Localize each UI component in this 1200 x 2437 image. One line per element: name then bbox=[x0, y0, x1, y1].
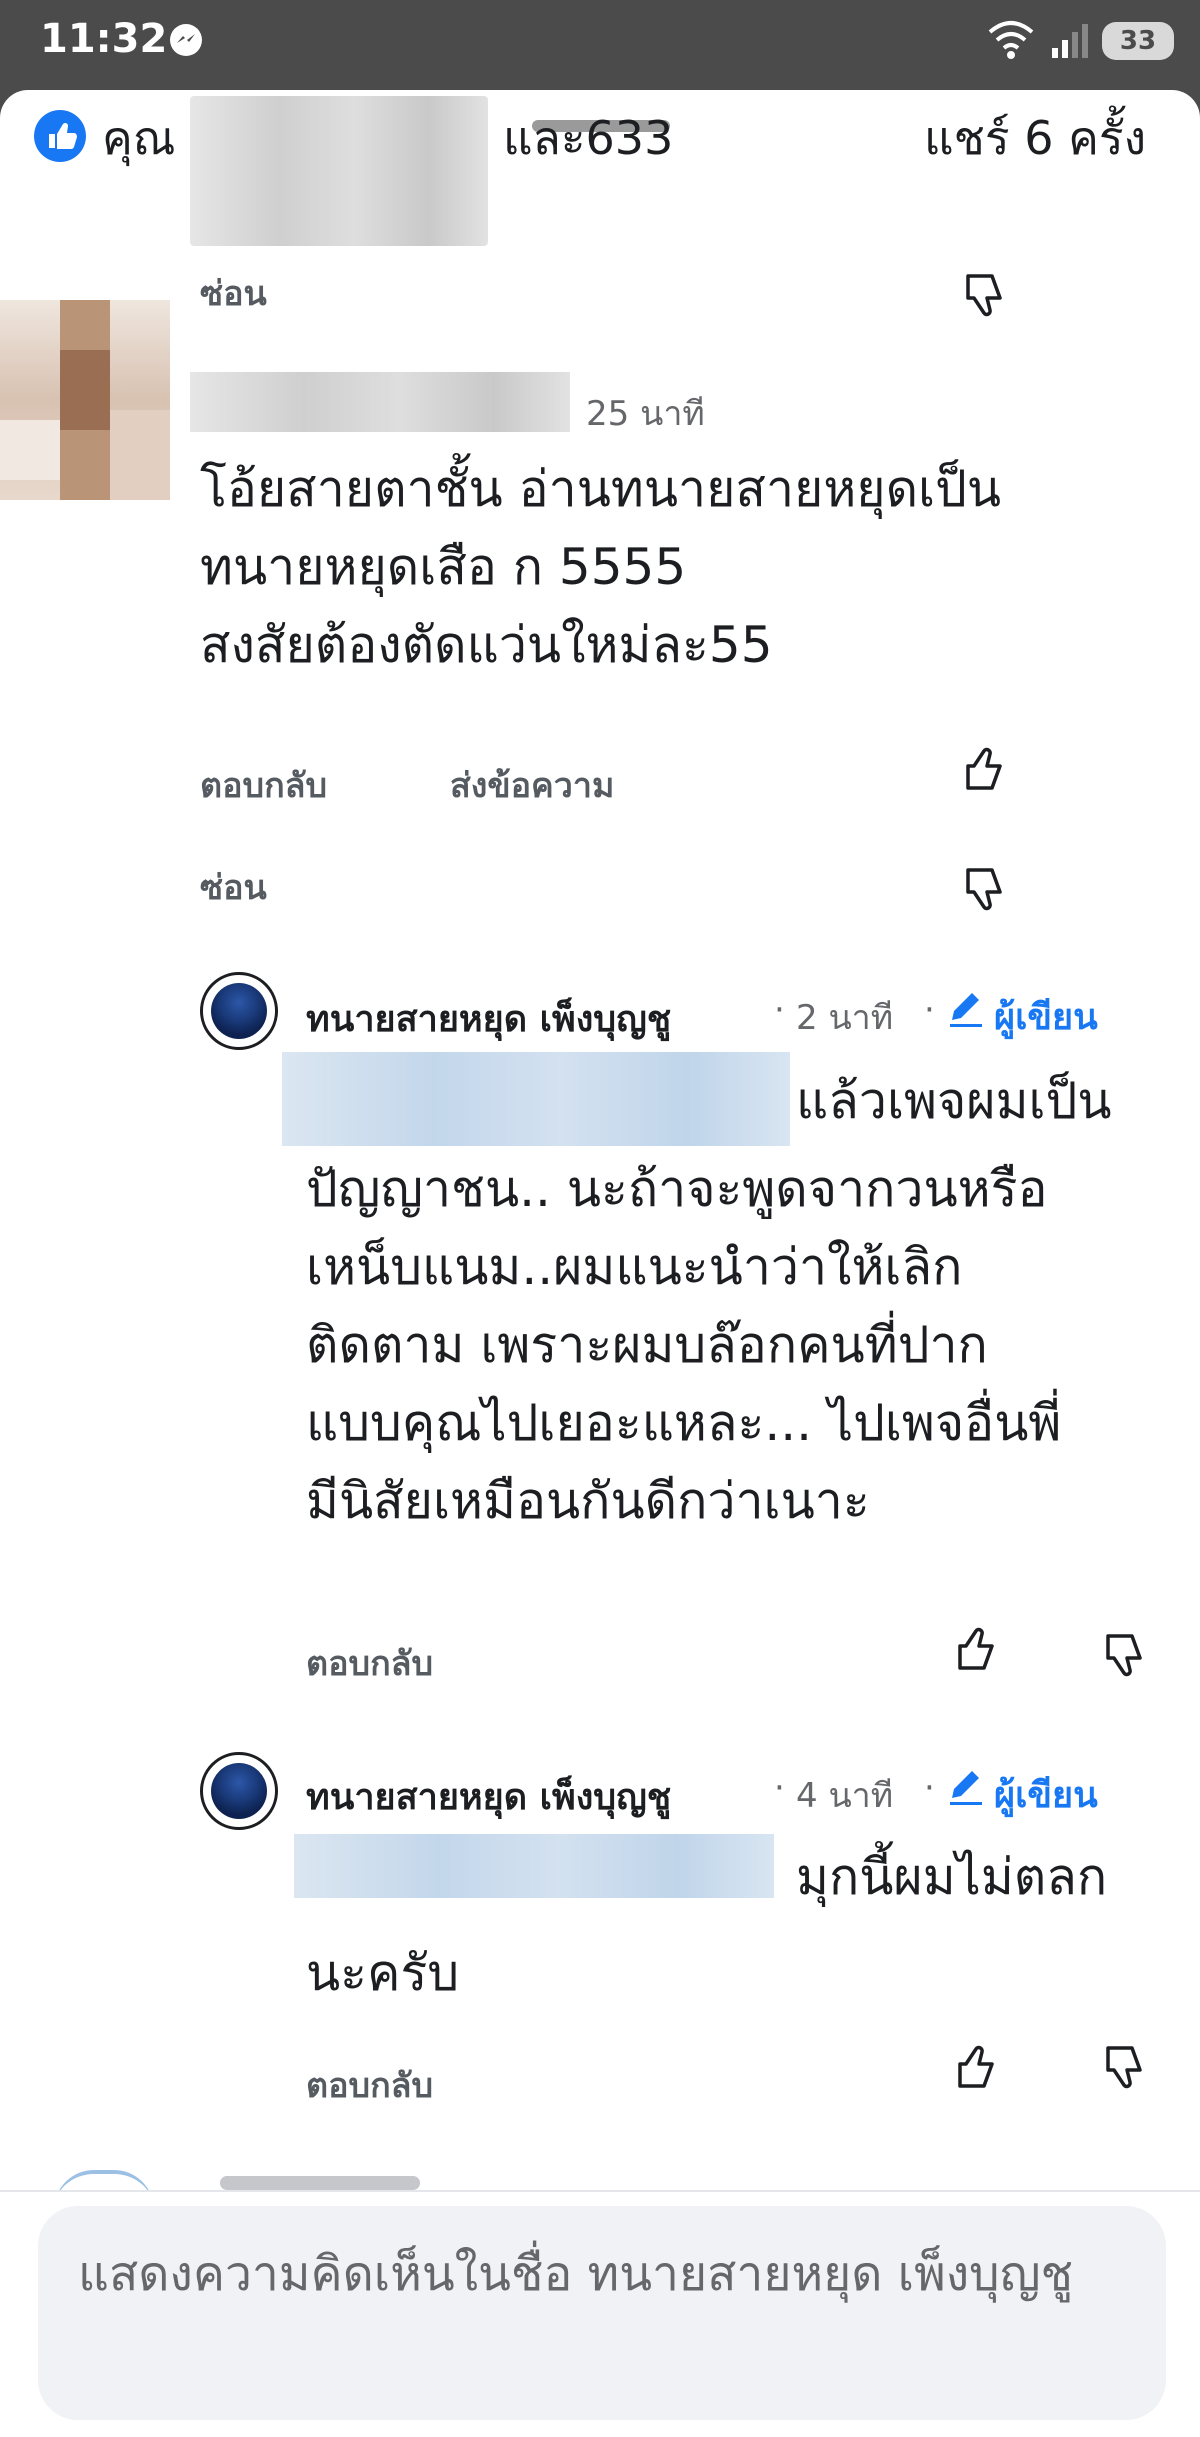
reply-button[interactable]: ตอบกลับ bbox=[306, 2058, 433, 2112]
reply-first-line-tail: แล้วเพจผมเป็น bbox=[796, 1072, 1112, 1130]
wifi-icon bbox=[988, 21, 1034, 59]
reply-time: 2 นาที bbox=[796, 998, 894, 1038]
page-avatar[interactable] bbox=[200, 972, 278, 1050]
reply-body: นะครับ bbox=[306, 1934, 1186, 2012]
reply-line: ปัญญาชน.. นะถ้าจะพูดจากวนหรือ bbox=[306, 1160, 1048, 1218]
reply-line: แบบคุณไปเยอะแหละ... ไปเพจอื่นพี่ bbox=[306, 1394, 1062, 1452]
reply-author[interactable]: ทนายสายหยุด เพ็งบุญชู bbox=[306, 1768, 671, 1825]
blurred-name bbox=[190, 96, 488, 246]
like-icon[interactable] bbox=[950, 2040, 1004, 2094]
dislike-icon[interactable] bbox=[1098, 1628, 1152, 1682]
send-message-button[interactable]: ส่งข้อความ bbox=[450, 758, 614, 812]
reply-dot: · bbox=[924, 1768, 935, 1808]
comment-line: โอ้ยสายตาชั้น อ่านทนายสายหยุดเป็น bbox=[200, 460, 1002, 518]
comment-line: ทนายหยุดเสือ ก 5555 bbox=[200, 538, 687, 596]
reply-dot: · bbox=[774, 1768, 785, 1808]
dislike-icon[interactable] bbox=[1098, 2040, 1152, 2094]
dislike-icon[interactable] bbox=[958, 268, 1012, 322]
commenter-avatar[interactable] bbox=[0, 300, 170, 500]
messenger-icon bbox=[170, 24, 202, 56]
like-icon[interactable] bbox=[950, 1622, 1004, 1676]
reply-first-line-tail: มุกนี้ผมไม่ตลก bbox=[796, 1848, 1108, 1906]
pencil-icon bbox=[950, 1771, 982, 1805]
hide-button[interactable]: ซ่อน bbox=[200, 266, 267, 320]
like-icon[interactable] bbox=[958, 742, 1012, 796]
reply-line: ติดตาม เพราะผมบล๊อกคนที่ปาก bbox=[306, 1316, 988, 1374]
reply-body: ปัญญาชน.. นะถ้าจะพูดจากวนหรือ เหน็บแนม..… bbox=[306, 1150, 1186, 1540]
author-badge: ผู้เขียน bbox=[994, 1775, 1098, 1816]
comment-body: โอ้ยสายตาชั้น อ่านทนายสายหยุดเป็น ทนายหย… bbox=[200, 450, 1160, 684]
comment-time: 25 นาที bbox=[586, 394, 705, 434]
reply-dot: · bbox=[924, 990, 935, 1030]
reply-author[interactable]: ทนายสายหยุด เพ็งบุญชู bbox=[306, 990, 671, 1047]
reaction-count[interactable]: และ633 bbox=[503, 102, 673, 175]
blurred-mention bbox=[282, 1052, 790, 1146]
signal-icon bbox=[1052, 24, 1088, 58]
battery-indicator: 33 bbox=[1102, 22, 1174, 60]
pencil-icon bbox=[950, 993, 982, 1027]
reply-button[interactable]: ตอบกลับ bbox=[200, 758, 327, 812]
hide-button[interactable]: ซ่อน bbox=[200, 860, 267, 914]
blurred-commenter-name bbox=[190, 372, 570, 432]
status-bar: 11:32 33 bbox=[0, 0, 1200, 90]
status-time: 11:32 bbox=[40, 16, 168, 62]
reaction-prefix: คุณ bbox=[102, 111, 176, 165]
comment-input-placeholder: แสดงความคิดเห็นในชื่อ ทนายสายหยุด เพ็งบุ… bbox=[78, 2246, 1074, 2302]
page-avatar[interactable] bbox=[200, 1752, 278, 1830]
reply-time: 4 นาที bbox=[796, 1776, 894, 1816]
reply-dot: · bbox=[774, 990, 785, 1030]
next-comment-name bbox=[220, 2176, 420, 2190]
dislike-icon[interactable] bbox=[958, 862, 1012, 916]
share-count[interactable]: แชร์ 6 ครั้ง bbox=[924, 102, 1146, 175]
comment-line: สงสัยต้องตัดแว่นใหม่ละ55 bbox=[200, 616, 773, 674]
reply-line: เหน็บแนม..ผมแนะนำว่าให้เลิก bbox=[306, 1238, 963, 1296]
reply-line: นะครับ bbox=[306, 1944, 460, 2002]
reply-line: มีนิสัยเหมือนกันดีกว่าเนาะ bbox=[306, 1472, 870, 1530]
blurred-mention bbox=[294, 1834, 774, 1898]
author-badge: ผู้เขียน bbox=[994, 997, 1098, 1038]
like-reaction-icon[interactable] bbox=[34, 110, 86, 162]
reply-button[interactable]: ตอบกลับ bbox=[306, 1636, 433, 1690]
